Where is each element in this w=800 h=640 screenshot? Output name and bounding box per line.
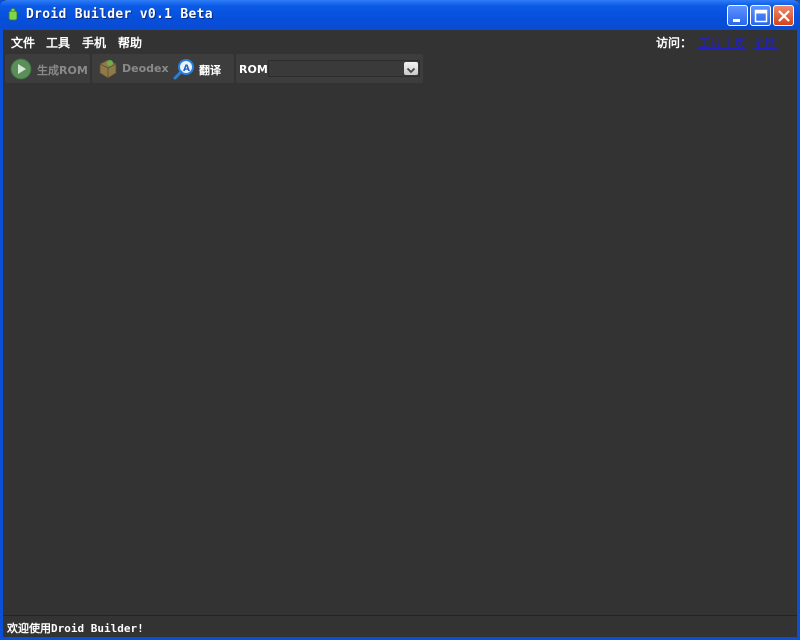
close-button[interactable] (773, 5, 794, 26)
homepage-link[interactable]: 工具主页 (698, 34, 746, 51)
menu-help[interactable]: 帮助 (118, 34, 142, 51)
maximize-button[interactable] (750, 5, 771, 26)
menu-phone[interactable]: 手机 (82, 34, 106, 51)
visit-label: 访问： (656, 36, 693, 50)
deodex-button[interactable]: Deodex (92, 54, 169, 83)
toolbar-group-tools: Deodex A 翻译 (92, 54, 234, 83)
svg-text:A: A (183, 64, 190, 74)
main-content-area (3, 84, 797, 615)
play-icon (10, 58, 32, 80)
window-title: Droid Builder v0.1 Beta (26, 7, 213, 22)
dropdown-arrow[interactable] (404, 62, 418, 75)
build-rom-label: 生成ROM (37, 64, 88, 77)
status-text: 欢迎使用Droid Builder! (7, 622, 144, 635)
translate-label: 翻译 (199, 64, 221, 77)
menu-tools[interactable]: 工具 (46, 34, 70, 51)
package-icon (99, 59, 117, 79)
maximize-icon (754, 9, 768, 23)
chevron-down-icon (406, 67, 416, 74)
deodex-label: Deodex (122, 62, 169, 75)
translate-magnifier-icon: A (173, 59, 194, 80)
toolbar-group-build: 生成ROM (5, 54, 90, 83)
rom-select[interactable] (268, 60, 420, 77)
close-icon (778, 10, 790, 22)
minimize-button[interactable] (727, 5, 748, 26)
toolbar-group-rom: ROM： (236, 54, 423, 83)
android-icon (8, 8, 18, 21)
translate-button[interactable]: A 翻译 (168, 54, 232, 83)
donate-link[interactable]: 捐助 (753, 34, 777, 51)
app-window: Droid Builder v0.1 Beta 文件 工具 手机 帮助 访问： … (0, 0, 800, 640)
status-bar: 欢迎使用Droid Builder! (3, 615, 797, 638)
build-rom-button[interactable]: 生成ROM (5, 54, 90, 83)
title-bar[interactable]: Droid Builder v0.1 Beta (0, 0, 800, 30)
minimize-icon (733, 19, 740, 22)
menu-file[interactable]: 文件 (11, 34, 35, 51)
menu-bar: 文件 工具 手机 帮助 访问： 工具主页 捐助 (3, 30, 797, 52)
toolbar: 生成ROM Deodex A 翻译 ROM： (3, 52, 797, 84)
